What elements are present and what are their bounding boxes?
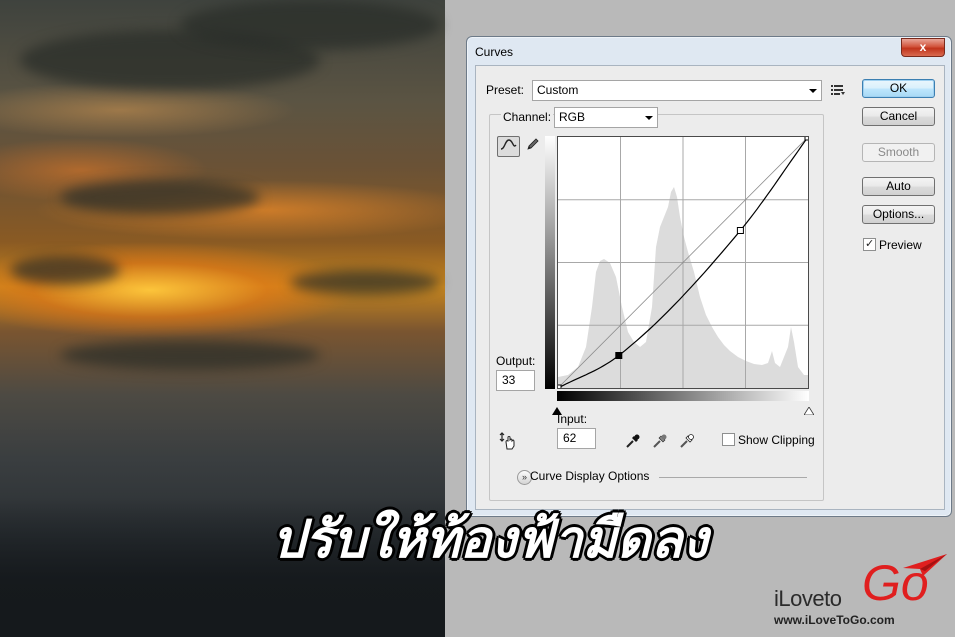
input-field[interactable]: 62 [557, 428, 596, 449]
curve-display-options-label[interactable]: Curve Display Options [530, 469, 649, 483]
show-clipping-label: Show Clipping [738, 433, 815, 447]
black-point-slider[interactable] [552, 402, 562, 415]
preset-value: Custom [537, 83, 579, 97]
preset-label: Preset: [486, 83, 525, 97]
options-button[interactable]: Options... [862, 205, 935, 224]
show-clipping-checkbox[interactable] [722, 433, 735, 446]
chevron-down-icon [809, 89, 817, 93]
on-image-adjust-tool[interactable] [498, 431, 518, 451]
gray-eyedropper-icon [653, 434, 667, 448]
curve-point[interactable] [736, 227, 744, 234]
smooth-button[interactable]: Smooth [862, 143, 935, 162]
dialog-title: Curves [475, 45, 514, 59]
divider [659, 477, 807, 478]
white-eyedropper-icon [680, 434, 694, 448]
curve-icon [500, 139, 517, 150]
site-logo: Go iLoveto www.iLoveToGo.com [770, 552, 950, 632]
preview-label: Preview [879, 238, 922, 252]
preset-select[interactable]: Custom [532, 80, 822, 101]
curves-graph[interactable] [554, 133, 812, 392]
curves-dialog: Curves x Preset: Custom OK Cancel Smooth… [466, 36, 952, 517]
output-field[interactable]: 33 [496, 370, 535, 391]
title-bar: Curves x [467, 37, 951, 65]
output-label: Output: [496, 354, 536, 368]
logo-text: iLoveto [774, 586, 842, 611]
curve-point[interactable] [804, 133, 812, 141]
white-point-slider[interactable] [803, 402, 815, 416]
output-gradient-bar [545, 136, 555, 389]
curve-point[interactable] [554, 384, 562, 392]
curve-point-tool[interactable] [497, 136, 520, 157]
caption-text: ปรับให้ท้องฟ้ามืดลง [272, 510, 708, 570]
checkmark-icon: ✓ [865, 238, 875, 250]
dialog-body: Preset: Custom OK Cancel Smooth Auto Opt… [475, 65, 945, 510]
preview-checkbox[interactable]: ✓ [863, 238, 876, 251]
input-gradient-bar [557, 391, 809, 401]
input-label: Input: [557, 412, 588, 426]
pencil-icon [526, 138, 539, 150]
pencil-tool[interactable] [521, 136, 544, 157]
auto-button[interactable]: Auto [862, 177, 935, 196]
cancel-button[interactable]: Cancel [862, 107, 935, 126]
hand-adjust-icon [499, 432, 515, 450]
black-eyedropper-button[interactable] [624, 432, 642, 450]
logo-url: www.iLoveToGo.com [774, 613, 895, 627]
channel-label: Channel: [501, 110, 554, 124]
preset-options-icon[interactable] [830, 83, 846, 97]
white-eyedropper-button[interactable] [678, 432, 696, 450]
chevron-down-icon [645, 116, 653, 120]
gray-eyedropper-button[interactable] [651, 432, 669, 450]
channel-value: RGB [559, 110, 586, 124]
paper-plane-icon [903, 554, 947, 576]
curve-canvas[interactable] [554, 133, 812, 392]
black-eyedropper-icon [626, 434, 640, 448]
curve-point-selected[interactable] [615, 352, 623, 359]
close-button[interactable]: x [901, 38, 945, 57]
channel-select[interactable]: RGB [554, 107, 658, 128]
ok-button[interactable]: OK [862, 79, 935, 98]
